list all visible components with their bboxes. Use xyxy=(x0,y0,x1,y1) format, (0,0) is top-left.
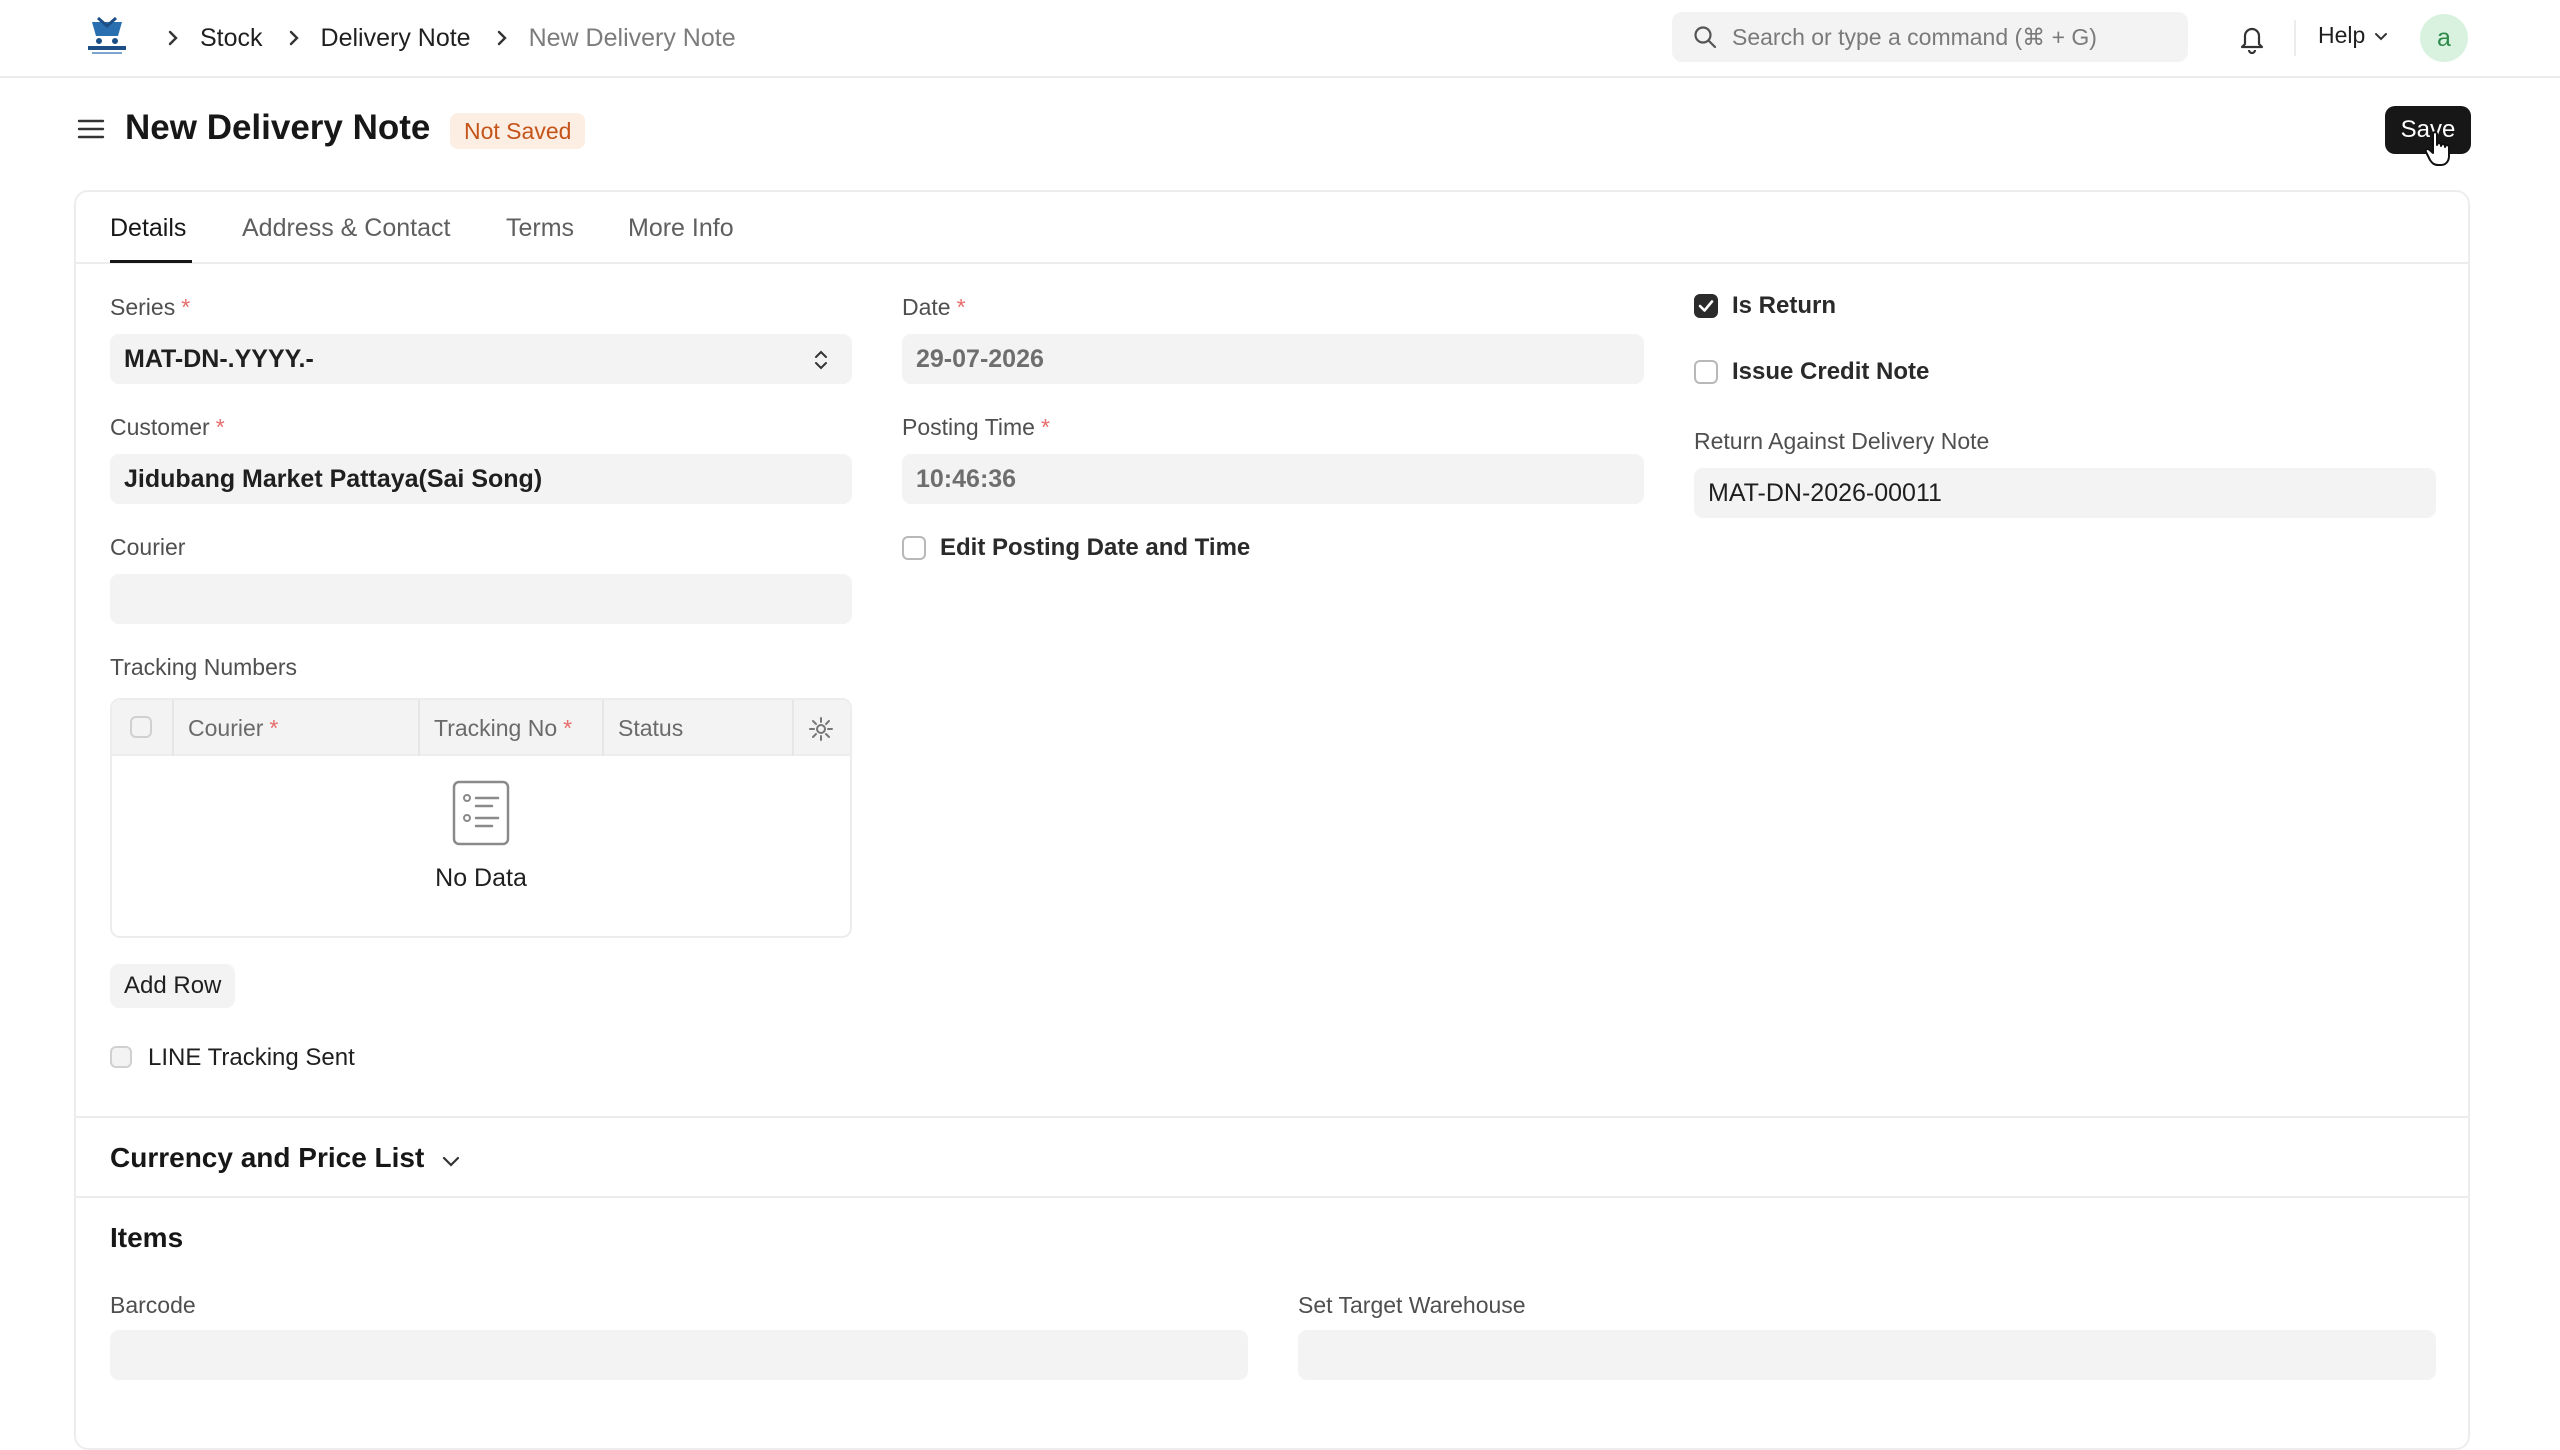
form-card: Details Address & Contact Terms More Inf… xyxy=(74,190,2470,1450)
empty-state-text: No Data xyxy=(435,864,527,892)
return-against-label: Return Against Delivery Note xyxy=(1694,428,1990,454)
section-divider xyxy=(76,1196,2468,1198)
return-against-value: MAT-DN-2026-00011 xyxy=(1708,478,1942,507)
hand-cursor-icon xyxy=(2424,131,2450,166)
active-tab-indicator xyxy=(110,260,192,263)
checkmark-icon xyxy=(1698,300,1714,312)
notification-bell-icon[interactable] xyxy=(2236,22,2268,54)
items-section-title: Items xyxy=(110,1222,184,1253)
column-courier: Courier * xyxy=(188,714,279,741)
tracking-numbers-label: Tracking Numbers xyxy=(110,654,298,680)
date-label: Date * xyxy=(902,294,966,320)
date-value: 29-07-2026 xyxy=(916,344,1044,373)
nav-divider xyxy=(2294,20,2296,56)
column-divider xyxy=(792,700,794,756)
edit-posting-label: Edit Posting Date and Time xyxy=(940,534,1251,561)
customer-value: Jidubang Market Pattaya(Sai Song) xyxy=(124,464,543,493)
app-logo[interactable] xyxy=(84,16,130,58)
line-tracking-sent-checkbox[interactable] xyxy=(110,1046,132,1068)
search-icon xyxy=(1694,26,1717,49)
tab-terms[interactable]: Terms xyxy=(506,214,574,243)
table-header: Courier * Tracking No * Status xyxy=(112,700,850,756)
barcode-label: Barcode xyxy=(110,1292,196,1318)
tracking-numbers-table: Courier * Tracking No * Status No Data xyxy=(110,698,852,938)
page-header: New Delivery Note Not Saved Save xyxy=(0,78,2560,188)
date-field[interactable]: 29-07-2026 xyxy=(902,334,1644,384)
gear-icon[interactable] xyxy=(808,716,834,742)
navbar: Stock Delivery Note New Delivery Note He… xyxy=(0,0,2560,78)
tab-address-contact[interactable]: Address & Contact xyxy=(242,214,450,243)
issue-credit-note-label: Issue Credit Note xyxy=(1732,358,1930,385)
target-warehouse-label: Set Target Warehouse xyxy=(1298,1292,1526,1318)
column-divider xyxy=(602,700,604,756)
target-warehouse-field[interactable] xyxy=(1298,1330,2436,1380)
chevron-right-icon xyxy=(158,23,188,53)
column-status: Status xyxy=(618,714,684,741)
chevron-right-icon xyxy=(487,23,517,53)
posting-time-label: Posting Time * xyxy=(902,414,1050,440)
section-divider xyxy=(76,1116,2468,1118)
return-against-field[interactable]: MAT-DN-2026-00011 xyxy=(1694,468,2436,518)
posting-time-field[interactable]: 10:46:36 xyxy=(902,454,1644,504)
select-arrows-icon xyxy=(815,350,827,370)
edit-posting-checkbox[interactable] xyxy=(902,536,926,560)
user-avatar[interactable]: a xyxy=(2420,14,2468,62)
issue-credit-note-checkbox[interactable] xyxy=(1694,360,1718,384)
courier-label: Courier xyxy=(110,534,186,560)
series-select[interactable]: MAT-DN-.YYYY.- xyxy=(110,334,852,384)
customer-field[interactable]: Jidubang Market Pattaya(Sai Song) xyxy=(110,454,852,504)
currency-section-title[interactable]: Currency and Price List xyxy=(110,1142,424,1174)
tab-details[interactable]: Details xyxy=(110,214,186,243)
breadcrumb-current: New Delivery Note xyxy=(528,23,736,52)
breadcrumb-delivery-note[interactable]: Delivery Note xyxy=(321,24,471,53)
column-divider xyxy=(172,700,174,756)
series-value: MAT-DN-.YYYY.- xyxy=(124,344,314,373)
chevron-right-icon xyxy=(279,23,309,53)
is-return-label: Is Return xyxy=(1732,292,1837,319)
line-tracking-sent-label: LINE Tracking Sent xyxy=(148,1044,355,1071)
column-divider xyxy=(418,700,420,756)
is-return-checkbox[interactable] xyxy=(1694,294,1718,318)
customer-label: Customer * xyxy=(110,414,225,440)
barcode-field[interactable] xyxy=(110,1330,1248,1380)
tab-more-info[interactable]: More Info xyxy=(628,214,734,243)
form-tabs: Details Address & Contact Terms More Inf… xyxy=(76,192,2468,264)
column-tracking-no: Tracking No * xyxy=(434,714,573,741)
page-title: New Delivery Note xyxy=(125,108,431,147)
breadcrumb: Stock Delivery Note New Delivery Note xyxy=(158,22,752,54)
sidebar-toggle-icon[interactable] xyxy=(76,114,106,144)
chevron-down-icon xyxy=(2375,32,2388,40)
help-menu[interactable]: Help xyxy=(2318,22,2391,49)
posting-time-value: 10:46:36 xyxy=(916,464,1017,493)
search-input[interactable] xyxy=(1732,23,2172,51)
empty-list-icon xyxy=(452,780,510,846)
breadcrumb-stock[interactable]: Stock xyxy=(200,24,263,53)
courier-field[interactable] xyxy=(110,574,852,624)
help-label: Help xyxy=(2318,22,2366,48)
status-badge: Not Saved xyxy=(450,113,586,149)
add-row-button[interactable]: Add Row xyxy=(110,964,236,1008)
search-bar[interactable] xyxy=(1672,12,2188,62)
series-label: Series * xyxy=(110,294,191,320)
chevron-down-icon[interactable] xyxy=(438,1148,464,1174)
select-all-checkbox[interactable] xyxy=(130,716,152,738)
